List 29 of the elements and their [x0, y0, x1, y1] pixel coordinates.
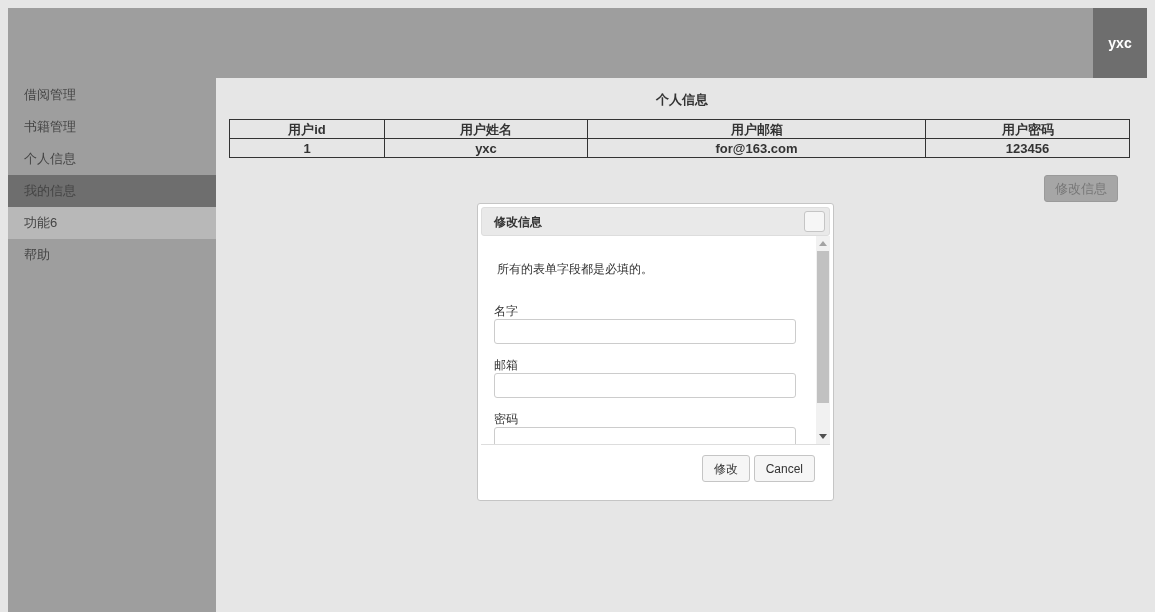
input-field[interactable]	[494, 319, 796, 344]
table-cell: 123456	[925, 138, 1130, 158]
scroll-down-icon[interactable]	[819, 434, 827, 439]
input-field[interactable]	[494, 373, 796, 398]
column-header: 用户密码	[925, 119, 1130, 139]
scroll-up-icon[interactable]	[819, 241, 827, 246]
close-button[interactable]	[804, 211, 825, 232]
table-cell: 1	[229, 138, 385, 158]
scrollbar-thumb[interactable]	[817, 251, 829, 403]
user-name[interactable]: yxc	[1093, 8, 1147, 78]
dialog-button[interactable]: Cancel	[753, 455, 815, 482]
field-label: 名字	[494, 304, 519, 319]
sidebar-item[interactable]: 书籍管理	[8, 111, 216, 143]
sidebar-item[interactable]: 功能6	[8, 207, 216, 239]
field-label: 邮箱	[494, 358, 519, 373]
required-note: 所有的表单字段都是必填的。	[496, 261, 654, 278]
sidebar-item[interactable]: 借阅管理	[8, 79, 216, 111]
column-header: 用户id	[229, 119, 385, 139]
scrollbar[interactable]	[816, 236, 830, 444]
table-cell: for@163.com	[587, 138, 926, 158]
sidebar-item[interactable]: 个人信息	[8, 143, 216, 175]
table-cell: yxc	[384, 138, 588, 158]
dialog-button[interactable]: 修改	[701, 455, 750, 482]
dialog-title: 修改信息	[494, 213, 542, 231]
field-label: 密码	[494, 412, 519, 427]
page-title: 个人信息	[654, 91, 709, 109]
sidebar-item[interactable]: 帮助	[8, 239, 216, 271]
column-header: 用户姓名	[384, 119, 588, 139]
column-header: 用户邮箱	[587, 119, 926, 139]
